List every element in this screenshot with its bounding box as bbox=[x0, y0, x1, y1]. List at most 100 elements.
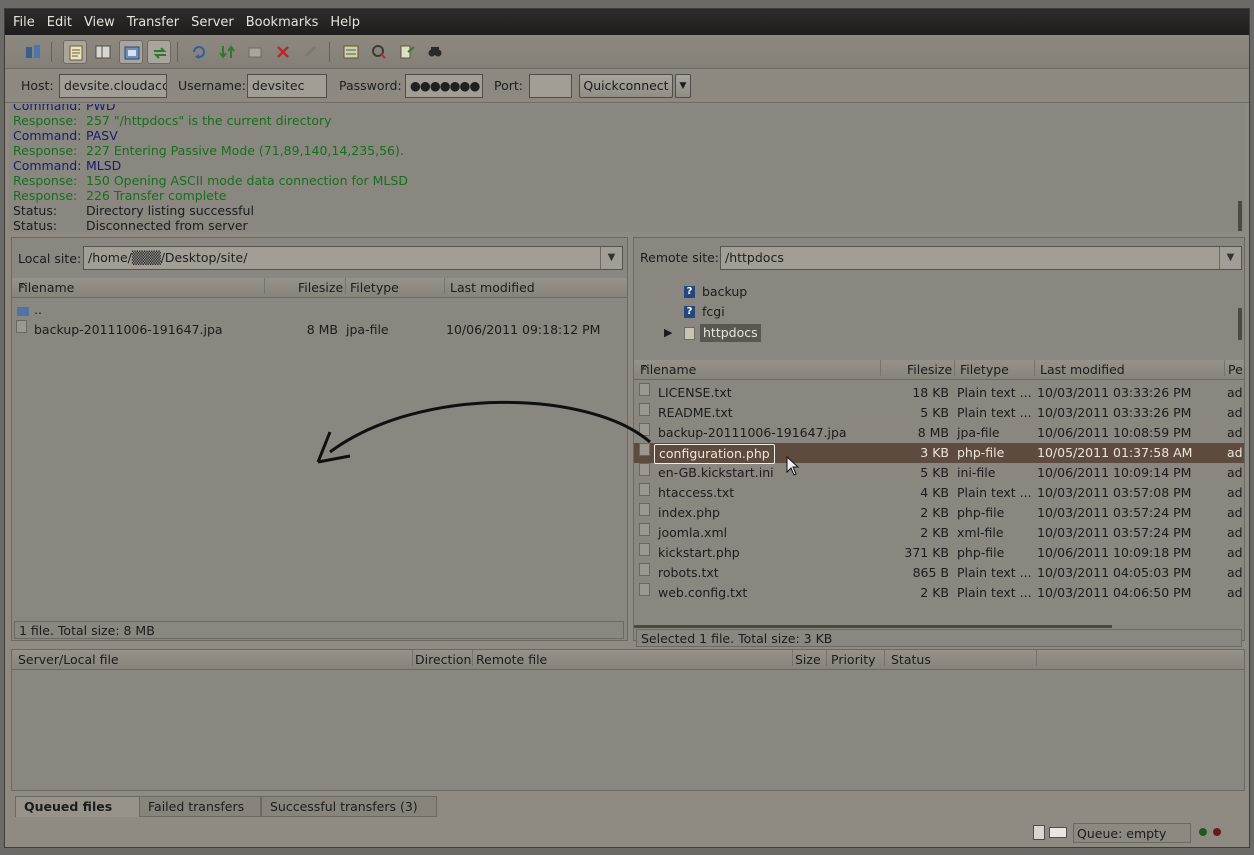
local-status: 1 file. Total size: 8 MB bbox=[14, 621, 624, 639]
list-item-parent[interactable]: .. bbox=[12, 300, 627, 320]
remote-tree: ? backup ? fcgi ▶ httpdocs bbox=[634, 276, 1242, 352]
dir-compare-icon[interactable] bbox=[339, 40, 363, 64]
table-row[interactable]: configuration.php 3 KB php-file 10/05/2011 … bbox=[634, 443, 1244, 464]
remote-path-input[interactable]: /httpdocs ▼ bbox=[720, 246, 1242, 270]
col-filetype[interactable]: Filetype bbox=[350, 278, 399, 297]
table-row[interactable]: web.config.txt 2 KB Plain text ... 10/03/20… bbox=[634, 583, 1244, 603]
table-row[interactable]: htaccess.txt 4 KB Plain text ... 10/03/2011… bbox=[634, 483, 1244, 503]
remote-hscrollbar[interactable] bbox=[634, 625, 1112, 628]
menu-bookmarks[interactable]: Bookmarks bbox=[246, 15, 319, 30]
remote-site-label: Remote site: bbox=[640, 250, 719, 265]
chevron-down-icon[interactable]: ▼ bbox=[1219, 247, 1241, 269]
table-row[interactable]: backup-20111006-191647.jpa 8 MB jpa-file 10… bbox=[12, 320, 627, 340]
toggle-remote-tree-icon[interactable] bbox=[119, 40, 143, 64]
menu-transfer[interactable]: Transfer bbox=[127, 15, 179, 30]
file-icon bbox=[639, 543, 650, 556]
col-remote-file[interactable]: Remote file bbox=[476, 650, 547, 669]
log-scrollbar[interactable] bbox=[1238, 201, 1242, 231]
file-icon bbox=[639, 383, 650, 396]
local-path-input[interactable]: /home/▒▒▒/Desktop/site/ ▼ bbox=[83, 246, 623, 270]
table-row[interactable]: joomla.xml 2 KB xml-file 10/03/2011 03:57:2… bbox=[634, 523, 1244, 543]
quickconnect-dropdown-button[interactable]: ▼ bbox=[675, 74, 691, 98]
host-label: Host: bbox=[21, 78, 54, 93]
menu-server[interactable]: Server bbox=[191, 15, 234, 30]
port-label: Port: bbox=[494, 78, 523, 93]
toggle-queue-icon[interactable] bbox=[147, 40, 171, 64]
chevron-down-icon[interactable]: ▼ bbox=[600, 247, 622, 269]
col-last-modified[interactable]: Last modified bbox=[1040, 360, 1125, 379]
log-line: Response: 227 Entering Passive Mode (71,8… bbox=[13, 143, 404, 158]
col-permissions[interactable]: Pe bbox=[1228, 360, 1243, 379]
local-pane: Local site: /home/▒▒▒/Desktop/site/ ▼ Fi… bbox=[11, 237, 628, 641]
log-line: Response: 226 Transfer complete bbox=[13, 188, 227, 203]
tree-scrollbar[interactable] bbox=[1238, 308, 1242, 340]
log-line: Response: 257 "/httpdocs" is the current … bbox=[13, 113, 332, 128]
tab-successful-transfers[interactable]: Successful transfers (3) bbox=[261, 796, 437, 817]
tab-failed-transfers[interactable]: Failed transfers bbox=[139, 796, 261, 817]
log-line: Command: PASV bbox=[13, 128, 118, 143]
menu-help[interactable]: Help bbox=[330, 15, 360, 30]
file-icon bbox=[639, 463, 650, 476]
col-size[interactable]: Size bbox=[795, 650, 821, 669]
speed-limit-icon[interactable] bbox=[1049, 827, 1067, 838]
col-filename[interactable]: Filename ⌃ bbox=[18, 278, 74, 297]
folder-icon bbox=[684, 327, 695, 340]
filter-icon[interactable] bbox=[367, 40, 391, 64]
local-file-header: Filename ⌃ Filesize Filetype Last modifi… bbox=[12, 278, 627, 298]
queue-header: Server/Local file Direction Remote file … bbox=[12, 650, 1244, 670]
col-last-modified[interactable]: Last modified bbox=[450, 278, 535, 297]
col-filesize[interactable]: Filesize bbox=[298, 278, 343, 297]
recv-indicator-icon bbox=[1199, 828, 1207, 836]
search-icon[interactable] bbox=[423, 40, 447, 64]
file-icon bbox=[639, 523, 650, 536]
log-line: Status: Directory listing successful bbox=[13, 203, 254, 218]
reconnect-icon[interactable] bbox=[299, 40, 323, 64]
disconnect-icon[interactable] bbox=[271, 40, 295, 64]
col-direction[interactable]: Direction bbox=[415, 650, 471, 669]
table-row[interactable]: backup-20111006-191647.jpa 8 MB jpa-file 10… bbox=[634, 423, 1244, 443]
quickconnect-button[interactable]: Quickconnect bbox=[579, 74, 673, 98]
expand-arrow-icon[interactable]: ▶ bbox=[664, 323, 672, 343]
table-row[interactable]: robots.txt 865 B Plain text ... 10/03/2011 … bbox=[634, 563, 1244, 583]
table-row[interactable]: kickstart.php 371 KB php-file 10/06/2011 10… bbox=[634, 543, 1244, 563]
refresh-icon[interactable] bbox=[187, 40, 211, 64]
message-log[interactable]: Command: PWD Response: 257 "/httpdocs" is t… bbox=[9, 104, 1245, 232]
file-icon bbox=[639, 483, 650, 496]
toggle-local-tree-icon[interactable] bbox=[91, 40, 115, 64]
col-priority[interactable]: Priority bbox=[831, 650, 876, 669]
log-line: Status: Disconnected from server bbox=[13, 218, 248, 232]
remote-file-header: Filename ⌃ Filesize Filetype Last modifi… bbox=[634, 360, 1244, 380]
toggle-log-icon[interactable] bbox=[63, 40, 87, 64]
cancel-icon[interactable] bbox=[243, 40, 267, 64]
file-icon bbox=[639, 563, 650, 576]
log-line: Command: MLSD bbox=[13, 158, 122, 173]
col-status[interactable]: Status bbox=[891, 650, 931, 669]
table-row[interactable]: index.php 2 KB php-file 10/03/2011 03:57:24… bbox=[634, 503, 1244, 523]
site-manager-icon[interactable] bbox=[21, 40, 45, 64]
menu-edit[interactable]: Edit bbox=[47, 15, 72, 30]
toolbar bbox=[5, 35, 1249, 69]
password-input[interactable]: ●●●●●●● bbox=[405, 74, 483, 98]
remote-path-text: /httpdocs bbox=[725, 250, 784, 265]
username-input[interactable]: devsitec bbox=[247, 74, 327, 98]
file-icon bbox=[639, 423, 650, 436]
folder-up-icon bbox=[17, 307, 29, 316]
table-row[interactable]: en-GB.kickstart.ini 5 KB ini-file 10/06/201… bbox=[634, 463, 1244, 483]
process-queue-icon[interactable] bbox=[215, 40, 239, 64]
col-filetype[interactable]: Filetype bbox=[960, 360, 1009, 379]
port-input[interactable] bbox=[529, 74, 572, 98]
transfer-type-icon[interactable] bbox=[1033, 825, 1045, 840]
table-row[interactable]: README.txt 5 KB Plain text ... 10/03/2011 0… bbox=[634, 403, 1244, 423]
menu-file[interactable]: File bbox=[13, 15, 35, 30]
mouse-cursor-icon bbox=[786, 456, 800, 476]
col-filename[interactable]: Filename ⌃ bbox=[640, 360, 696, 379]
sync-browse-icon[interactable] bbox=[395, 40, 419, 64]
menu-view[interactable]: View bbox=[84, 15, 115, 30]
col-filesize[interactable]: Filesize bbox=[907, 360, 952, 379]
host-input[interactable]: devsite.cloudacc bbox=[59, 74, 167, 98]
table-row[interactable]: LICENSE.txt 18 KB Plain text ... 10/03/2011… bbox=[634, 383, 1244, 403]
tab-queued-files[interactable]: Queued files bbox=[15, 796, 140, 817]
username-label: Username: bbox=[178, 78, 246, 93]
col-server-local-file[interactable]: Server/Local file bbox=[18, 650, 119, 669]
send-indicator-icon bbox=[1213, 828, 1221, 836]
